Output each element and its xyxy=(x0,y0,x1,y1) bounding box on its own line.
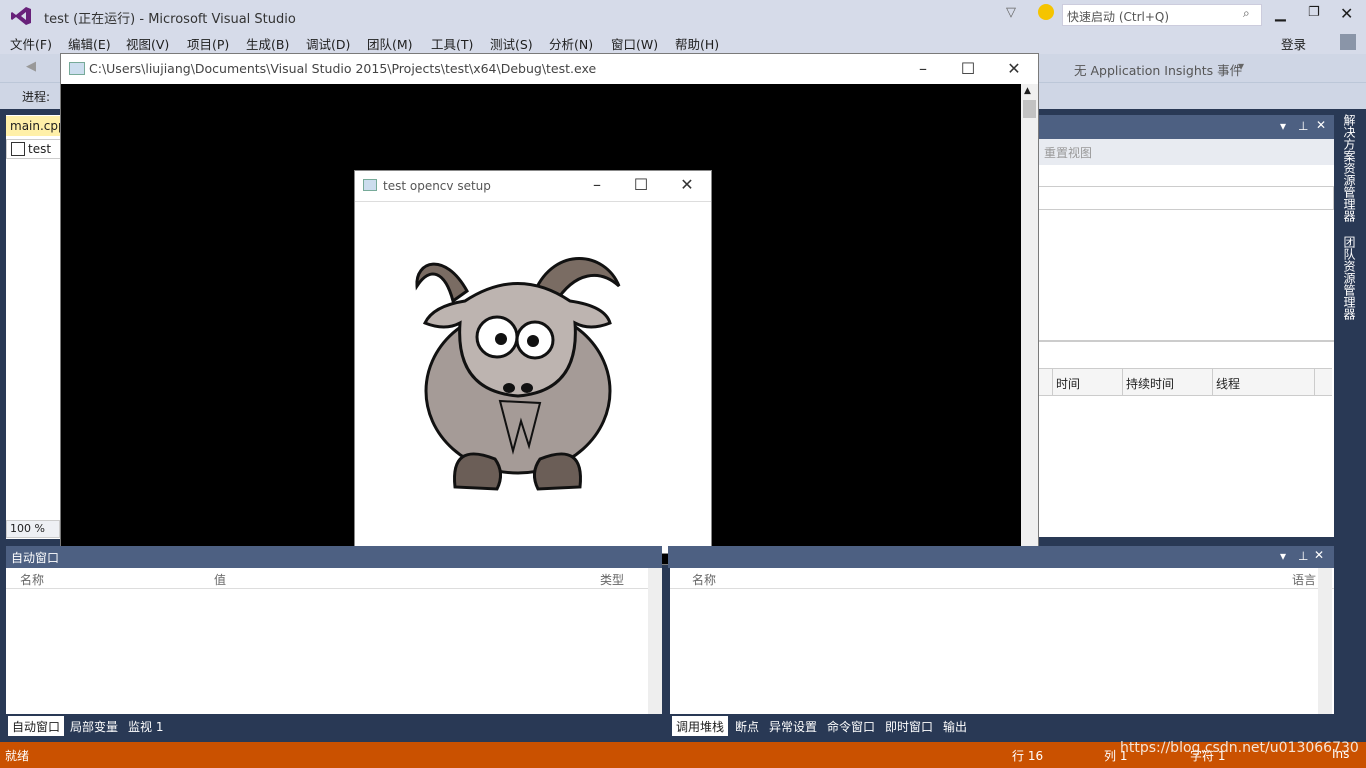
zoom-level[interactable]: 100 % xyxy=(6,520,60,538)
status-row: 行 16 xyxy=(1012,749,1044,763)
opencv-minimize-button[interactable]: – xyxy=(587,175,607,194)
column-duration[interactable]: 持续时间 xyxy=(1126,375,1174,392)
back-icon[interactable]: ◀ xyxy=(26,59,36,74)
opencv-close-button[interactable]: ✕ xyxy=(677,175,697,194)
reset-view-button[interactable]: 重置视图 xyxy=(1044,144,1092,161)
column-type[interactable]: 类型 xyxy=(600,571,624,588)
csdn-watermark: https://blog.csdn.net/u013066730 xyxy=(1120,740,1359,756)
menu-bar: 文件(F) 编辑(E) 视图(V) 项目(P) 生成(B) 调试(D) 团队(M… xyxy=(0,32,1366,54)
panel-toolbar: 重置视图 xyxy=(1036,139,1334,165)
autos-scrollbar[interactable] xyxy=(648,568,662,714)
account-icon[interactable] xyxy=(1340,34,1356,50)
opencv-title-bar[interactable]: test opencv setup – ☐ ✕ xyxy=(355,171,711,202)
pin-icon[interactable]: ⊥ xyxy=(1298,119,1308,133)
console-path: C:\Users\liujiang\Documents\Visual Studi… xyxy=(89,61,597,76)
panel-header: ▾ ⊥ ✕ xyxy=(1036,115,1334,139)
console-minimize-button[interactable]: – xyxy=(913,59,933,78)
panel-divider xyxy=(1036,340,1334,342)
callstack-panel: 名称 语言 xyxy=(670,568,1334,714)
chevron-down-icon[interactable]: ▾ xyxy=(1280,549,1286,563)
column-time[interactable]: 时间 xyxy=(1056,375,1080,392)
console-title-bar[interactable]: C:\Users\liujiang\Documents\Visual Studi… xyxy=(61,54,1038,84)
autos-grid-header: 名称 值 类型 xyxy=(6,568,662,589)
opencv-maximize-button[interactable]: ☐ xyxy=(631,175,651,194)
opencv-window-title: test opencv setup xyxy=(383,179,491,193)
menu-help[interactable]: 帮助(H) xyxy=(675,34,719,53)
title-bar: test (正在运行) - Microsoft Visual Studio ▽ … xyxy=(0,0,1366,32)
console-close-button[interactable]: ✕ xyxy=(1004,59,1024,78)
menu-edit[interactable]: 编辑(E) xyxy=(68,34,111,53)
menu-file[interactable]: 文件(F) xyxy=(10,34,52,53)
tab-main-cpp[interactable]: main.cpp xyxy=(6,116,66,136)
scope-dropdown[interactable]: test xyxy=(6,139,64,159)
status-bar: 就绪 行 16 列 1 字符 1 Ins https://blog.csdn.n… xyxy=(0,740,1366,768)
tab-locals[interactable]: 局部变量 xyxy=(66,716,122,736)
events-column-header: 时间 持续时间 线程 xyxy=(1036,368,1332,396)
tab-command-window[interactable]: 命令窗口 xyxy=(823,716,879,736)
side-tab-solution-explorer[interactable]: 解决方案资源管理器 xyxy=(1341,114,1358,222)
column-language[interactable]: 语言 xyxy=(1292,571,1316,588)
sign-in-link[interactable]: 登录 xyxy=(1281,34,1306,53)
menu-test[interactable]: 测试(S) xyxy=(490,34,533,53)
goat-cartoon-image xyxy=(415,257,621,491)
close-icon[interactable]: ✕ xyxy=(1316,118,1326,132)
console-app-icon xyxy=(69,62,85,75)
callstack-scrollbar[interactable] xyxy=(1318,568,1332,714)
menu-analyze[interactable]: 分析(N) xyxy=(549,34,593,53)
side-tab-team-explorer[interactable]: 团队资源管理器 xyxy=(1341,236,1358,320)
console-maximize-button[interactable]: ☐ xyxy=(958,59,978,78)
tab-output[interactable]: 输出 xyxy=(939,716,971,736)
menu-build[interactable]: 生成(B) xyxy=(246,34,289,53)
tab-immediate-window[interactable]: 即时窗口 xyxy=(881,716,937,736)
console-scrollbar[interactable]: ▲ ▼ xyxy=(1021,84,1038,564)
search-icon: ⌕ xyxy=(1243,6,1250,20)
window-title: test (正在运行) - Microsoft Visual Studio xyxy=(44,12,296,27)
callstack-header: ▾ ⊥ ✕ xyxy=(668,546,1334,568)
menu-tools[interactable]: 工具(T) xyxy=(431,34,473,53)
filter-icon[interactable]: ▽ xyxy=(1006,5,1016,20)
insights-dropdown[interactable]: 无 Application Insights 事件 xyxy=(1074,60,1242,79)
autos-title: 自动窗口 xyxy=(11,551,60,565)
menu-debug[interactable]: 调试(D) xyxy=(306,34,350,53)
column-thread[interactable]: 线程 xyxy=(1216,375,1240,392)
column-name[interactable]: 名称 xyxy=(692,571,716,588)
menu-team[interactable]: 团队(M) xyxy=(367,34,413,53)
opencv-window[interactable]: test opencv setup – ☐ ✕ xyxy=(354,170,712,554)
autos-panel: 名称 值 类型 xyxy=(6,568,662,714)
process-label: 进程: xyxy=(22,90,51,104)
column-name[interactable]: 名称 xyxy=(20,571,44,588)
callstack-grid-header: 名称 语言 xyxy=(670,568,1334,589)
scroll-up-icon[interactable]: ▲ xyxy=(1024,86,1031,96)
tab-breakpoints[interactable]: 断点 xyxy=(731,716,763,736)
tab-exception-settings[interactable]: 异常设置 xyxy=(765,716,821,736)
opencv-app-icon xyxy=(363,179,377,191)
column-value[interactable]: 值 xyxy=(214,571,226,588)
menu-view[interactable]: 视图(V) xyxy=(126,34,169,53)
menu-project[interactable]: 项目(P) xyxy=(187,34,229,53)
pin-icon[interactable]: ⊥ xyxy=(1298,549,1308,563)
status-ready: 就绪 xyxy=(5,749,30,763)
restore-button[interactable]: ❐ xyxy=(1308,5,1320,20)
autos-header: 自动窗口 xyxy=(6,546,662,568)
minimize-button[interactable]: ▁ xyxy=(1275,6,1286,22)
scroll-thumb[interactable] xyxy=(1023,100,1036,118)
tab-autos[interactable]: 自动窗口 xyxy=(8,716,65,736)
tab-watch-1[interactable]: 监视 1 xyxy=(124,716,167,736)
chevron-down-icon[interactable]: ▾ xyxy=(1238,59,1244,73)
tab-call-stack[interactable]: 调用堆栈 xyxy=(672,716,729,736)
feedback-smiley-icon[interactable] xyxy=(1038,4,1054,20)
vs-logo-icon xyxy=(10,6,32,26)
close-button[interactable]: ✕ xyxy=(1340,4,1353,23)
quick-launch-input[interactable]: 快速启动 (Ctrl+Q) ⌕ xyxy=(1062,4,1262,26)
chevron-down-icon[interactable]: ▾ xyxy=(1280,119,1286,133)
close-icon[interactable]: ✕ xyxy=(1314,548,1324,562)
menu-window[interactable]: 窗口(W) xyxy=(611,34,658,53)
panel-search-input[interactable] xyxy=(1038,186,1334,210)
project-icon xyxy=(11,142,25,156)
diagnostic-panel xyxy=(1036,115,1334,537)
